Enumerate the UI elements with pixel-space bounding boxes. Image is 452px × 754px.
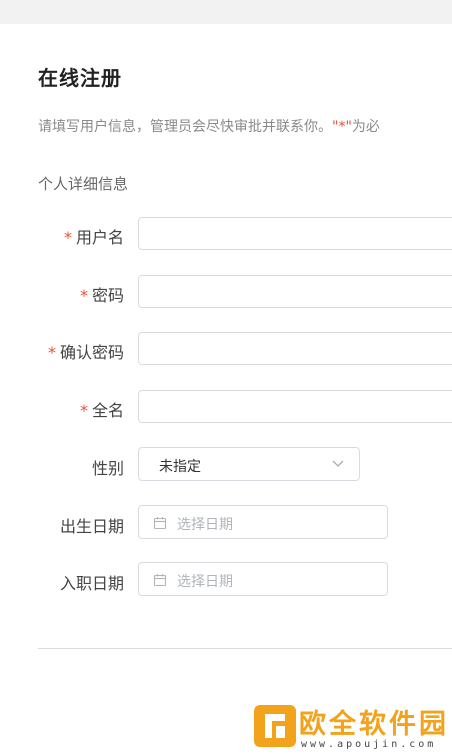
confirm-password-label-text: 确认密码: [59, 343, 124, 362]
chevron-down-icon: [332, 460, 344, 467]
intro-required-symbol: "*": [332, 119, 352, 135]
confirm-password-label: * 确认密码: [48, 339, 124, 363]
required-mark: *: [63, 228, 72, 247]
hire-date-picker[interactable]: 选择日期: [138, 562, 388, 596]
required-mark: *: [79, 286, 88, 305]
password-input[interactable]: [138, 275, 452, 308]
birthdate-picker[interactable]: 选择日期: [138, 505, 388, 539]
confirm-password-input[interactable]: [138, 332, 452, 365]
username-label: * 用户名: [64, 224, 124, 248]
gender-label: 性别: [91, 459, 124, 478]
watermark-url: www.apoujin.com: [301, 739, 437, 750]
required-mark: *: [47, 343, 56, 362]
watermark-name: 欧全软件园: [299, 709, 449, 740]
username-input[interactable]: [138, 217, 452, 250]
page-title: 在线注册: [38, 66, 122, 90]
form-divider: [38, 648, 452, 649]
full-name-label: * 全名: [80, 397, 124, 421]
intro-text-suffix: 为必: [351, 119, 380, 135]
calendar-icon: [153, 574, 167, 587]
top-bar: [0, 0, 452, 24]
watermark: 欧全软件园 www.apoujin.com: [253, 702, 452, 754]
intro-text-main: 请填写用户信息，管理员会尽快审批并联系你。: [38, 119, 332, 135]
password-label: * 密码: [80, 282, 124, 306]
hire-date-label: 入职日期: [59, 574, 124, 593]
gender-select-value: 未指定: [159, 459, 201, 475]
watermark-logo-icon: [254, 705, 296, 747]
gender-select[interactable]: 未指定: [138, 447, 360, 481]
password-label-text: 密码: [91, 286, 124, 305]
calendar-icon: [153, 517, 167, 530]
birthdate-placeholder: 选择日期: [177, 517, 233, 533]
full-name-input[interactable]: [138, 390, 452, 423]
intro-text: 请填写用户信息，管理员会尽快审批并联系你。"*"为必: [38, 116, 452, 136]
required-mark: *: [79, 401, 88, 420]
section-title: 个人详细信息: [38, 175, 129, 193]
username-label-text: 用户名: [75, 228, 124, 247]
full-name-label-text: 全名: [91, 401, 124, 420]
hire-date-placeholder: 选择日期: [177, 574, 233, 590]
birthdate-label: 出生日期: [59, 517, 124, 536]
